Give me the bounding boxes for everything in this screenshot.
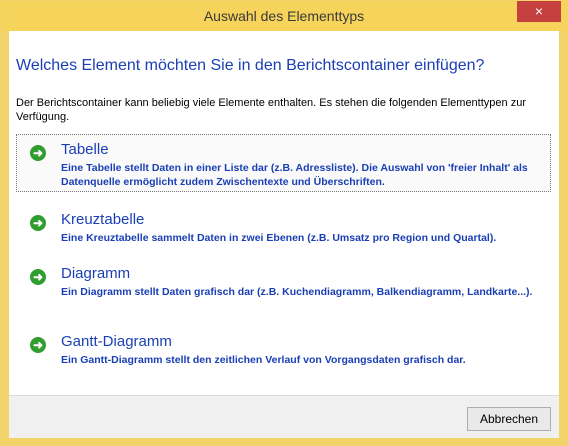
option-tabelle[interactable]: ➜ Tabelle Eine Tabelle stellt Daten in e… [16, 134, 551, 192]
option-description: Eine Tabelle stellt Daten in einer Liste… [61, 162, 528, 188]
option-description: Ein Diagramm stellt Daten grafisch dar (… [61, 286, 533, 298]
option-kreuztabelle[interactable]: ➜ Kreuztabelle Eine Kreuztabelle sammelt… [16, 204, 551, 262]
green-arrow-icon: ➜ [30, 269, 46, 285]
dialog-window: Auswahl des Elementtyps × Welches Elemen… [0, 0, 568, 446]
green-arrow-icon: ➜ [30, 337, 46, 353]
close-button[interactable]: × [517, 1, 561, 22]
option-description: Ein Gantt-Diagramm stellt den zeitlichen… [61, 354, 466, 366]
green-arrow-icon: ➜ [30, 145, 46, 161]
option-title: Kreuztabelle [61, 211, 145, 228]
title-bar[interactable]: Auswahl des Elementtyps × [1, 1, 567, 31]
dialog-content: Welches Element möchten Sie in den Beric… [9, 31, 559, 438]
option-title: Tabelle [61, 141, 109, 158]
option-gantt-diagramm[interactable]: ➜ Gantt-Diagramm Ein Gantt-Diagramm stel… [16, 326, 551, 384]
option-description: Eine Kreuztabelle sammelt Daten in zwei … [61, 232, 497, 244]
dialog-intro: Der Berichtscontainer kann beliebig viel… [16, 97, 526, 123]
window-title: Auswahl des Elementtyps [203, 8, 365, 24]
option-title: Gantt-Diagramm [61, 333, 172, 350]
option-diagramm[interactable]: ➜ Diagramm Ein Diagramm stellt Daten gra… [16, 258, 551, 316]
dialog-footer: Abbrechen [9, 395, 559, 438]
option-title: Diagramm [61, 265, 131, 282]
dialog-heading: Welches Element möchten Sie in den Beric… [16, 57, 485, 74]
cancel-button[interactable]: Abbrechen [467, 407, 551, 431]
green-arrow-icon: ➜ [30, 215, 46, 231]
